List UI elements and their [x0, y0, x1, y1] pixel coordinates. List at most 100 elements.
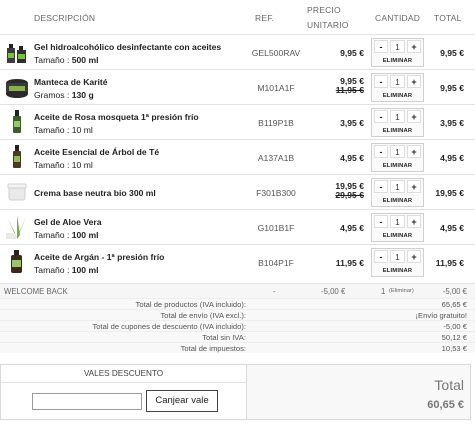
quantity-stepper: - 1 + ELIMINAR [371, 143, 424, 172]
unit-price: 19,95 €29,95 € [335, 181, 364, 200]
remove-voucher-link[interactable]: (Eliminar) [389, 288, 414, 294]
quantity-stepper: - 1 + ELIMINAR [371, 248, 424, 277]
product-name[interactable]: Aceite Esencial de Árbol de Té [34, 147, 244, 157]
product-name[interactable]: Aceite de Rosa mosqueta 1ª presión frío [34, 112, 244, 122]
quantity-input[interactable]: 1 [390, 180, 405, 193]
summary-value: ¡Envío gratuito! [415, 311, 468, 320]
shea-butter-jar-icon[interactable] [4, 73, 30, 101]
applied-voucher-row: WELCOME BACK - -5,00 € 1 (Eliminar) -5,0… [0, 283, 475, 298]
summary-value: 10,53 € [441, 344, 467, 353]
quantity-input[interactable]: 1 [390, 145, 405, 158]
summary-label: Total de impuestos: [180, 344, 246, 353]
increase-quantity-button[interactable]: + [407, 110, 421, 123]
decrease-quantity-button[interactable]: - [374, 145, 388, 158]
quantity-stepper: - 1 + ELIMINAR [371, 38, 424, 67]
cream-jar-icon[interactable] [4, 178, 30, 206]
row-total: 9,95 € [440, 83, 464, 93]
remove-product-button[interactable]: ELIMINAR [372, 163, 423, 169]
cart-summary: Total de productos (IVA incluido): 65,65… [0, 298, 475, 353]
remove-product-button[interactable]: ELIMINAR [372, 198, 423, 204]
aloe-vera-plant-icon[interactable] [4, 213, 30, 241]
product-name[interactable]: Aceite de Argán - 1ª presión frío [34, 252, 244, 262]
quantity-input[interactable]: 1 [390, 215, 405, 228]
summary-row: Total de productos (IVA incluido): 65,65… [0, 298, 475, 309]
product-name[interactable]: Gel de Aloe Vera [34, 217, 244, 227]
increase-quantity-button[interactable]: + [407, 145, 421, 158]
summary-label: Total de cupones de descuento (IVA inclu… [92, 322, 246, 331]
table-row: Gel de Aloe Vera Tamaño : 100 ml G101B1F… [0, 209, 475, 244]
remove-product-button[interactable]: ELIMINAR [372, 58, 423, 64]
decrease-quantity-button[interactable]: - [374, 215, 388, 228]
product-attribute: Tamaño : 500 ml [34, 55, 99, 65]
product-ref: F301B300 [256, 188, 296, 198]
old-price: 29,95 € [335, 190, 364, 200]
table-row: Aceite de Rosa mosqueta 1ª presión frío … [0, 104, 475, 139]
voucher-code-input[interactable] [32, 393, 142, 410]
product-name[interactable]: Gel hidroalcohólico desinfectante con ac… [34, 42, 244, 52]
table-row: Aceite de Argán - 1ª presión frío Tamaño… [0, 244, 475, 279]
product-ref: B119P1B [258, 118, 294, 128]
quantity-stepper: - 1 + ELIMINAR [371, 178, 424, 207]
row-total: 9,95 € [440, 48, 464, 58]
unit-price: 4,95 € [340, 153, 364, 163]
increase-quantity-button[interactable]: + [407, 75, 421, 88]
discount-voucher-panel: VALES DESCUENTO Canjear vale [0, 364, 247, 420]
summary-value: -5,00 € [443, 322, 467, 331]
header-ref: REF. [255, 13, 275, 23]
decrease-quantity-button[interactable]: - [374, 75, 388, 88]
increase-quantity-button[interactable]: + [407, 250, 421, 263]
header-price-line1: PRECIO [307, 5, 341, 15]
unit-price: 9,95 €11,95 € [335, 76, 364, 95]
dropper-bottle-icon[interactable] [4, 143, 30, 171]
grand-total-panel: Total 60,65 € [247, 364, 471, 420]
product-ref: G101B1F [257, 223, 295, 233]
remove-product-button[interactable]: ELIMINAR [372, 93, 423, 99]
grand-total-value: 60,65 € [427, 399, 464, 411]
remove-product-button[interactable]: ELIMINAR [372, 268, 423, 274]
unit-price: 9,95 € [340, 48, 364, 58]
product-ref: GEL500RAV [251, 48, 301, 58]
decrease-quantity-button[interactable]: - [374, 40, 388, 53]
cart-product-list: Gel hidroalcohólico desinfectante con ac… [0, 34, 475, 279]
row-total: 4,95 € [440, 153, 464, 163]
row-total: 3,95 € [440, 118, 464, 128]
quantity-input[interactable]: 1 [390, 110, 405, 123]
increase-quantity-button[interactable]: + [407, 180, 421, 193]
decrease-quantity-button[interactable]: - [374, 110, 388, 123]
table-row: Crema base neutra bio 300 ml F301B300 19… [0, 174, 475, 209]
redeem-voucher-button[interactable]: Canjear vale [146, 390, 218, 412]
voucher-panel-title: VALES DESCUENTO [1, 365, 246, 383]
product-ref: B104P1F [258, 258, 294, 268]
remove-product-button[interactable]: ELIMINAR [372, 233, 423, 239]
quantity-input[interactable]: 1 [390, 40, 405, 53]
product-name[interactable]: Manteca de Karité [34, 77, 244, 87]
quantity-input[interactable]: 1 [390, 250, 405, 263]
unit-price: 4,95 € [340, 223, 364, 233]
remove-product-button[interactable]: ELIMINAR [372, 128, 423, 134]
product-ref: A137A1B [257, 153, 295, 163]
product-attribute: Tamaño : 100 ml [34, 230, 99, 240]
table-row: Manteca de Karité Gramos : 130 g M101A1F… [0, 69, 475, 104]
grand-total-label: Total [434, 377, 464, 393]
table-row: Gel hidroalcohólico desinfectante con ac… [0, 34, 475, 69]
row-total: 19,95 € [435, 188, 464, 198]
decrease-quantity-button[interactable]: - [374, 180, 388, 193]
voucher-qty: 1 [381, 287, 386, 296]
dropper-bottle-icon[interactable] [4, 108, 30, 136]
product-attribute: Tamaño : 100 ml [34, 265, 99, 275]
voucher-price: -5,00 € [321, 287, 346, 296]
increase-quantity-button[interactable]: + [407, 40, 421, 53]
argan-oil-bottle-icon[interactable] [4, 248, 30, 276]
product-name[interactable]: Crema base neutra bio 300 ml [34, 188, 244, 198]
quantity-input[interactable]: 1 [390, 75, 405, 88]
table-row: Aceite Esencial de Árbol de Té Tamaño : … [0, 139, 475, 174]
product-attribute: Gramos : 130 g [34, 90, 94, 100]
decrease-quantity-button[interactable]: - [374, 250, 388, 263]
header-total: TOTAL [434, 13, 462, 23]
quantity-stepper: - 1 + ELIMINAR [371, 73, 424, 102]
hand-sanitizer-bottles-icon[interactable] [4, 38, 30, 66]
header-price-line2: UNITARIO [307, 20, 349, 30]
product-attribute: Tamaño : 10 ml [34, 125, 93, 135]
summary-row: Total de cupones de descuento (IVA inclu… [0, 320, 475, 331]
increase-quantity-button[interactable]: + [407, 215, 421, 228]
